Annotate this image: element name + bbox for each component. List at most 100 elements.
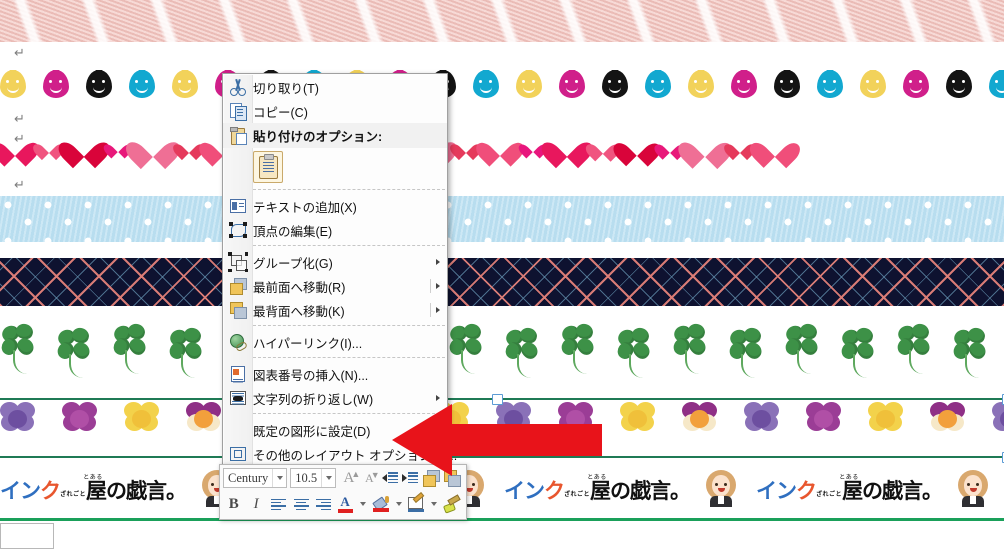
heart-glyph <box>759 132 790 163</box>
clover-glyph <box>894 322 936 374</box>
document-canvas[interactable]: ↵ ↵ ↵ ↵ とある インクざれごと屋の戯言。 とある インクざれごと屋の戯言。 とあ… <box>0 0 1004 549</box>
menu-item-label: テキストの追加(X) <box>253 200 357 215</box>
menu-item-send-to-back[interactable]: 最背面へ移動(K) <box>223 298 447 322</box>
text-effects-dropdown[interactable] <box>428 494 440 515</box>
font-color-icon: A <box>338 495 354 513</box>
layout-options-icon <box>228 444 248 464</box>
grow-font-icon: A ▲ <box>343 468 361 486</box>
heart-glyph <box>660 138 679 157</box>
clover-glyph <box>726 325 768 378</box>
menu-item-copy[interactable]: コピー(C) <box>223 99 447 123</box>
logo-text-row[interactable]: とある インクざれごと屋の戯言。 とある インクざれごと屋の戯言。 とある インクざれごと… <box>0 470 1004 518</box>
menu-item-label: 図表番号の挿入(N)... <box>253 368 369 383</box>
menu-header-label: 貼り付けのオプション: <box>253 130 383 144</box>
font-color-dropdown[interactable] <box>358 494 370 515</box>
clover-glyph <box>446 322 488 374</box>
pink-textured-band[interactable] <box>0 0 1004 42</box>
send-to-back-icon <box>228 300 248 320</box>
menu-item-group[interactable]: グループ化(G) <box>223 250 447 274</box>
heart-glyph <box>456 137 476 157</box>
align-center-button[interactable] <box>290 494 311 515</box>
font-color-button[interactable]: A <box>335 494 356 515</box>
heart-glyph <box>622 133 651 162</box>
heart-row[interactable] <box>0 130 1004 184</box>
menu-item-add-text[interactable]: テキストの追加(X) <box>223 194 447 218</box>
menu-item-hyperlink[interactable]: ハイパーリンク(I)... <box>223 330 447 354</box>
menu-item-label: グループ化(G) <box>253 256 333 271</box>
ink-drop-glyph <box>602 70 628 104</box>
clover-glyph <box>166 325 208 378</box>
clover-glyph <box>614 325 656 378</box>
menu-separator <box>253 189 445 191</box>
menu-separator <box>253 245 445 247</box>
blue-polka-dot-band[interactable] <box>0 196 1004 242</box>
menu-item-label: 既定の図形に設定(D) <box>253 424 371 439</box>
heart-glyph <box>485 132 515 162</box>
chevron-down-icon[interactable] <box>321 469 335 487</box>
menu-item-cut[interactable]: 切り取り(T) <box>223 75 447 99</box>
clipboard-thumb-icon <box>258 153 278 179</box>
ink-drop-glyph <box>172 70 198 104</box>
menu-item-edit-points[interactable]: 頂点の編集(E) <box>223 218 447 242</box>
ink-drop-glyph <box>86 70 112 104</box>
avatar <box>704 470 738 507</box>
menu-header-paste-options: 貼り付けのオプション: <box>223 123 447 148</box>
fill-color-icon <box>372 496 390 512</box>
italic-button[interactable]: I <box>245 494 266 515</box>
menu-item-label: 文字列の折り返し(W) <box>253 392 374 407</box>
ink-drop-glyph <box>946 70 972 104</box>
clover-glyph <box>0 322 40 374</box>
heart-glyph <box>524 138 542 156</box>
menu-item-label: 切り取り(T) <box>253 81 319 96</box>
navy-plaid-band[interactable] <box>0 258 1004 306</box>
format-painter-button[interactable] <box>441 494 462 515</box>
paste-keep-source-formatting-button[interactable] <box>253 151 283 183</box>
ink-drop-glyph <box>129 70 155 104</box>
edit-points-icon <box>228 220 248 240</box>
font-size-value: 10.5 <box>295 470 318 485</box>
font-name-combo[interactable]: Century <box>223 468 288 488</box>
paste-options-gallery[interactable] <box>223 148 447 186</box>
ink-drop-glyph <box>516 70 542 104</box>
text-effects-button[interactable] <box>405 492 426 515</box>
chevron-right-icon <box>436 283 440 289</box>
font-size-combo[interactable]: 10.5 <box>290 468 337 488</box>
ink-drop-glyph <box>774 70 800 104</box>
align-left-icon <box>271 498 287 511</box>
clover-glyph <box>950 325 992 378</box>
shrink-font-button[interactable]: A ▼ <box>360 468 380 489</box>
ink-drop-glyph <box>989 70 1004 104</box>
fill-color-button[interactable] <box>370 494 391 515</box>
grow-font-button[interactable]: A ▲ <box>339 468 361 489</box>
heart-glyph <box>136 130 170 164</box>
menu-item-label: 最背面へ移動(K) <box>253 304 345 319</box>
red-arrow-annotation <box>392 404 602 476</box>
heart-glyph <box>592 137 613 158</box>
chevron-down-icon[interactable] <box>272 469 286 487</box>
bold-button[interactable]: B <box>223 494 244 515</box>
align-left-button[interactable] <box>268 494 289 515</box>
scissors-icon <box>228 77 248 97</box>
menu-item-bring-to-front[interactable]: 最前面へ移動(R) <box>223 274 447 298</box>
clover-row[interactable] <box>0 322 1004 380</box>
heart-glyph <box>109 138 127 156</box>
paragraph-mark: ↵ <box>14 178 25 193</box>
chevron-right-icon <box>436 307 440 313</box>
avatar <box>956 470 990 507</box>
italic-icon: I <box>253 495 259 512</box>
align-right-button[interactable] <box>313 494 334 515</box>
paragraph-mark: ↵ <box>14 112 25 127</box>
menu-item-label: コピー(C) <box>253 105 308 120</box>
ink-drop-row[interactable] <box>0 70 1004 116</box>
hyperlink-icon <box>228 332 249 353</box>
menu-item-insert-caption[interactable]: 図表番号の挿入(N)... <box>223 362 447 386</box>
logo-text: とあるインクざれごと屋の戯言。 <box>0 473 187 503</box>
ink-drop-glyph <box>903 70 929 104</box>
logo-text: とあるインクざれごと屋の戯言。 <box>756 473 943 503</box>
bold-icon: B <box>228 495 239 512</box>
ink-drop-glyph <box>731 70 757 104</box>
fill-color-dropdown[interactable] <box>393 494 405 515</box>
chevron-right-icon <box>436 259 440 265</box>
ink-drop-glyph <box>860 70 886 104</box>
ink-drop-glyph <box>473 70 499 104</box>
